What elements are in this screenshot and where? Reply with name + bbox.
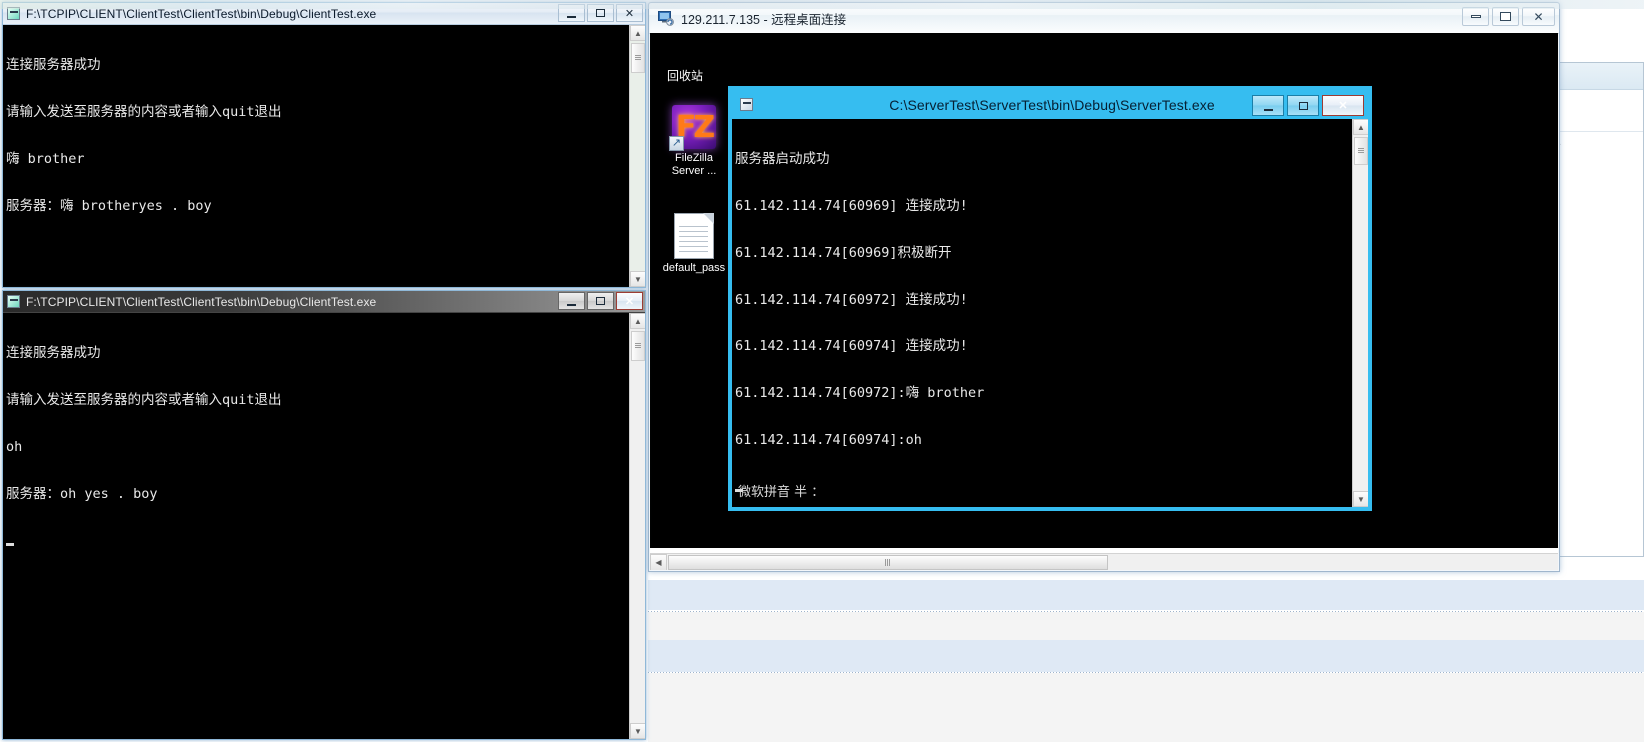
server-console-title: C:\ServerTest\ServerTest\bin\Debug\Serve…	[889, 96, 1215, 113]
console-line: 连接服务器成功	[6, 345, 101, 362]
scroll-up-arrow-icon[interactable]: ▲	[630, 25, 645, 41]
client1-console-body[interactable]: 连接服务器成功 请输入发送至服务器的内容或者输入quit退出 嗨 brother…	[3, 25, 645, 287]
scroll-up-arrow-icon[interactable]: ▲	[630, 313, 645, 329]
console-line: 请输入发送至服务器的内容或者输入quit退出	[6, 103, 282, 120]
console-icon	[7, 295, 20, 308]
server-console-window[interactable]: C:\ServerTest\ServerTest\bin\Debug\Serve…	[728, 86, 1372, 511]
console-line: 嗨 brother	[6, 150, 85, 167]
maximize-icon	[1500, 12, 1511, 21]
console-line: 61.142.114.74[60974] 连接成功!	[735, 338, 968, 355]
close-icon: ✕	[1338, 100, 1348, 112]
close-icon: ✕	[624, 295, 635, 308]
rdp-maximize-button[interactable]	[1492, 7, 1519, 26]
maximize-icon	[596, 9, 605, 17]
recycle-bin-label[interactable]: 回收站	[667, 67, 703, 84]
scrollbar-thumb[interactable]	[1354, 137, 1368, 165]
client2-maximize-button[interactable]	[587, 292, 614, 310]
hscrollbar-thumb[interactable]	[668, 555, 1108, 570]
scroll-down-arrow-icon[interactable]: ▼	[630, 271, 645, 287]
server-minimize-button[interactable]	[1252, 95, 1284, 116]
scroll-down-arrow-icon[interactable]: ▼	[630, 723, 645, 739]
stripe-row	[648, 673, 1644, 742]
client2-scrollbar[interactable]: ▲ ▼	[629, 313, 645, 739]
server-maximize-button[interactable]	[1287, 95, 1319, 116]
client-console-window-1[interactable]: F:\TCPIP\CLIENT\ClientTest\ClientTest\bi…	[2, 2, 646, 288]
remote-desktop-icon	[658, 10, 674, 26]
console-line: 连接服务器成功	[6, 57, 101, 74]
desktop-background-edge	[0, 0, 1644, 9]
desktop-icon-filezilla-server[interactable]: FZ ↗ FileZilla Server ...	[656, 105, 732, 178]
client1-scrollbar[interactable]: ▲ ▼	[629, 25, 645, 287]
close-icon: ✕	[1533, 9, 1544, 24]
stripe-row	[648, 640, 1644, 672]
desktop-icon-label: FileZilla Server ...	[671, 152, 717, 177]
console-line: 61.142.114.74[60972]:嗨 brother	[735, 385, 985, 402]
minimize-icon	[1263, 109, 1273, 111]
maximize-icon	[596, 297, 605, 305]
minimize-icon	[567, 303, 576, 306]
console-line: 61.142.114.74[60972] 连接成功!	[735, 291, 968, 308]
server-console-scrollbar[interactable]: ▲ ▼	[1352, 119, 1368, 507]
client2-close-button[interactable]: ✕	[616, 292, 643, 310]
background-striped-panel	[648, 576, 1644, 742]
scrollbar-thumb[interactable]	[631, 43, 645, 73]
client2-window-controls[interactable]: ✕	[558, 292, 643, 310]
remote-desktop-client-area[interactable]: 回收站 FZ ↗ FileZilla Server ... default_pa…	[650, 33, 1558, 570]
ime-status-bar: 微软拼音 半 ：	[738, 485, 825, 500]
scroll-down-arrow-icon[interactable]: ▼	[1353, 491, 1368, 507]
server-console-body[interactable]: 服务器启动成功 61.142.114.74[60969] 连接成功! 61.14…	[732, 119, 1368, 507]
text-file-icon	[674, 213, 714, 259]
stripe-row	[648, 612, 1644, 640]
scrollbar-thumb[interactable]	[631, 331, 645, 361]
console-line: 服务器：嗨 brotheryes . boy	[6, 197, 212, 214]
console-cursor-line	[735, 480, 1350, 496]
client1-console-output: 连接服务器成功 请输入发送至服务器的内容或者输入quit退出 嗨 brother…	[3, 25, 645, 245]
shortcut-arrow-icon: ↗	[669, 136, 684, 151]
filezilla-server-icon: FZ ↗	[669, 105, 716, 151]
maximize-icon	[1298, 101, 1308, 110]
console-line: 61.142.114.74[60974]:oh	[735, 431, 922, 448]
server-console-window-controls[interactable]: ✕	[1252, 95, 1364, 116]
rdp-minimize-button[interactable]	[1462, 7, 1489, 26]
remote-desktop-title: 129.211.7.135 - 远程桌面连接	[681, 12, 847, 27]
client2-console-output: 连接服务器成功 请输入发送至服务器的内容或者输入quit退出 oh 服务器：oh…	[3, 313, 645, 580]
client2-console-body[interactable]: 连接服务器成功 请输入发送至服务器的内容或者输入quit退出 oh 服务器：oh…	[3, 313, 645, 739]
remote-desktop-window[interactable]: 129.211.7.135 - 远程桌面连接 ✕ 回收站 FZ ↗ FileZi…	[648, 2, 1560, 572]
text-caret	[6, 542, 14, 546]
console-line: 请输入发送至服务器的内容或者输入quit退出	[6, 391, 282, 408]
text-file-lines	[679, 226, 708, 254]
desktop-icon-label: default_pass	[662, 262, 726, 274]
client2-titlebar[interactable]: F:\TCPIP\CLIENT\ClientTest\ClientTest\bi…	[3, 291, 645, 313]
scroll-up-arrow-icon[interactable]: ▲	[1353, 119, 1368, 135]
remote-desktop-surface[interactable]: 回收站 FZ ↗ FileZilla Server ... default_pa…	[650, 33, 1558, 548]
server-close-button[interactable]: ✕	[1322, 95, 1364, 116]
client-console-window-2[interactable]: F:\TCPIP\CLIENT\ClientTest\ClientTest\bi…	[2, 290, 646, 740]
rdp-close-button[interactable]: ✕	[1522, 7, 1555, 26]
console-line: 61.142.114.74[60969]积极断开	[735, 244, 952, 261]
console-line: 61.142.114.74[60969] 连接成功!	[735, 197, 968, 214]
minimize-icon	[567, 15, 576, 18]
server-console-output: 服务器启动成功 61.142.114.74[60969] 连接成功! 61.14…	[732, 119, 1368, 507]
console-line: oh	[6, 438, 23, 455]
minimize-icon	[1470, 15, 1481, 18]
scroll-left-arrow-icon[interactable]: ◀	[650, 553, 667, 570]
desktop-icon-default-pass[interactable]: default_pass	[656, 213, 732, 275]
console-icon	[740, 98, 753, 111]
client2-title: F:\TCPIP\CLIENT\ClientTest\ClientTest\bi…	[26, 294, 377, 309]
remote-desktop-hscrollbar[interactable]: ◀	[650, 553, 1558, 570]
server-console-titlebar[interactable]: C:\ServerTest\ServerTest\bin\Debug\Serve…	[732, 90, 1368, 119]
remote-desktop-window-controls[interactable]: ✕	[1462, 7, 1555, 26]
console-line: 服务器启动成功	[735, 151, 830, 168]
client2-minimize-button[interactable]	[558, 292, 585, 310]
stripe-row	[648, 580, 1644, 610]
console-line: 服务器：oh yes . boy	[6, 485, 158, 502]
console-cursor-line	[6, 533, 627, 549]
